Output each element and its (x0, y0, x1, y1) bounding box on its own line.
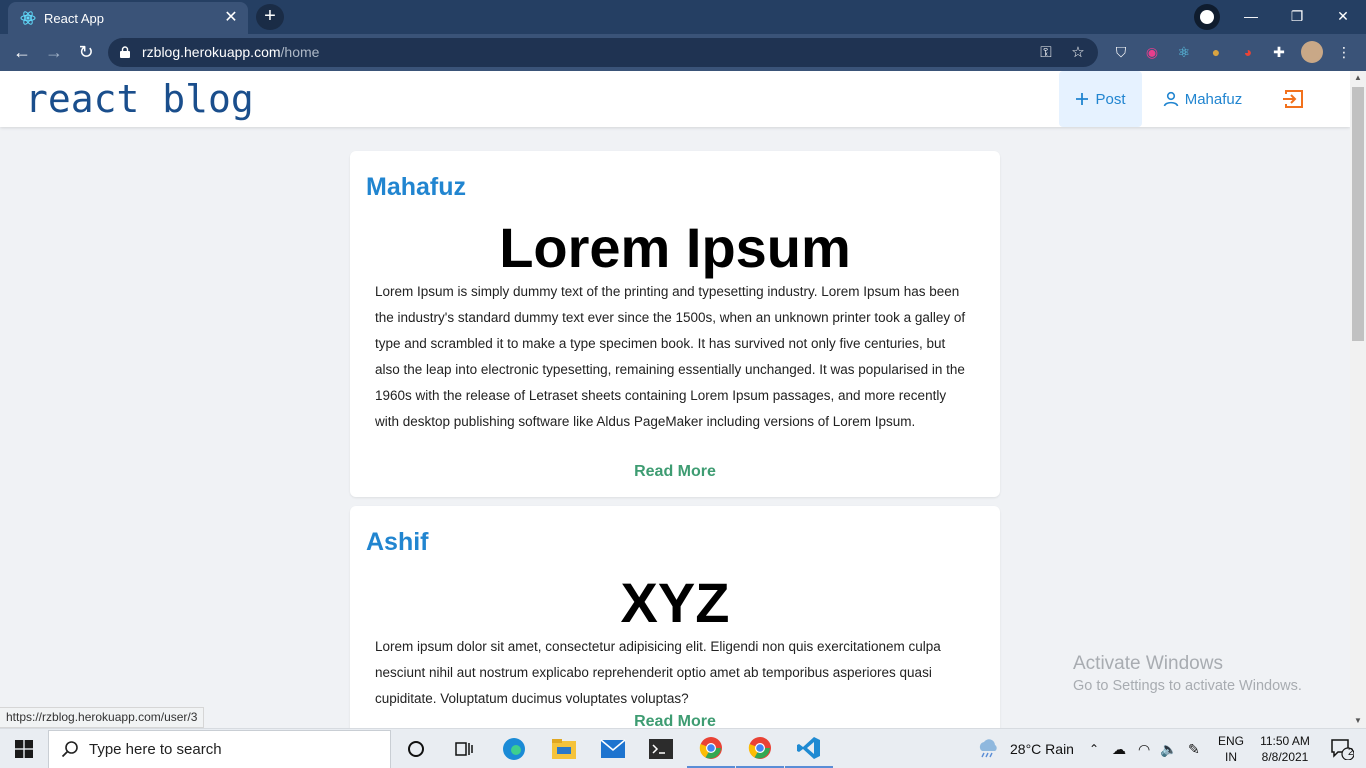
pen-workspace-icon[interactable]: ✎ (1188, 729, 1200, 768)
profile-link[interactable]: Mahafuz (1150, 71, 1255, 127)
chrome-icon[interactable] (687, 729, 735, 768)
post-author-link[interactable]: Mahafuz (366, 173, 466, 202)
file-explorer-icon[interactable] (540, 729, 588, 768)
scrollbar-thumb[interactable] (1352, 87, 1364, 341)
site-header: react blog Post Mahafuz (0, 71, 1350, 127)
watermark-line-2: Go to Settings to activate Windows. (1073, 678, 1302, 694)
react-icon (20, 11, 36, 25)
clock[interactable]: 11:50 AM 8/8/2021 (1252, 733, 1318, 765)
post-body: Lorem ipsum dolor sit amet, consectetur … (375, 639, 941, 706)
onedrive-cloud-icon[interactable]: ☁ (1112, 729, 1126, 768)
post-author-link[interactable]: Ashif (366, 528, 429, 557)
tab-close-icon[interactable]: ✕ (222, 9, 240, 27)
extensions-puzzle-icon[interactable]: ✚ (1268, 41, 1290, 63)
watermark-line-1: Activate Windows (1073, 653, 1223, 674)
search-icon (61, 741, 78, 758)
bookmark-star-icon[interactable]: ☆ (1066, 38, 1090, 67)
weather-rain-icon[interactable] (965, 729, 1011, 768)
clock-time: 11:50 AM (1260, 734, 1310, 748)
read-more-link[interactable]: Read More (350, 713, 1000, 728)
weather-text[interactable]: 28°C Rain (1010, 729, 1074, 768)
page-viewport: react blog Post Mahafuz Mahafuz Lorem Ip… (0, 71, 1350, 728)
volume-icon[interactable]: 🔈 (1160, 729, 1177, 768)
color-extension-icon[interactable]: ◕ (1237, 41, 1259, 63)
browser-tab[interactable]: React App ✕ (8, 2, 248, 34)
cookie-extension-icon[interactable]: ● (1205, 41, 1227, 63)
restore-button[interactable]: ❐ (1274, 0, 1320, 34)
tab-search-button[interactable] (1194, 4, 1220, 30)
post-card: Mahafuz Lorem Ipsum Lorem Ipsum is simpl… (350, 151, 1000, 497)
reload-button[interactable]: ↻ (71, 37, 101, 67)
user-icon (1163, 91, 1179, 107)
profile-avatar[interactable] (1301, 41, 1323, 63)
input-language[interactable]: ENG IN (1214, 733, 1248, 765)
search-placeholder: Type here to search (89, 741, 222, 758)
site-brand[interactable]: react blog (25, 77, 254, 121)
activate-windows-watermark: Activate Windows Go to Settings to activ… (1073, 653, 1302, 694)
notification-count: 2 (1348, 747, 1354, 758)
start-button[interactable] (0, 729, 48, 768)
scroll-up-arrow-icon[interactable]: ▲ (1350, 71, 1366, 85)
terminal-icon[interactable] (637, 729, 685, 768)
tray-chevron-up-icon[interactable]: ⌃ (1089, 729, 1099, 768)
key-icon[interactable]: ⚿ (1034, 38, 1058, 67)
new-tab-button[interactable]: + (256, 4, 284, 30)
browser-tabbar: React App ✕ + — ❐ ✕ (0, 0, 1366, 34)
post-body: Lorem Ipsum is simply dummy text of the … (375, 284, 966, 429)
vscode-icon[interactable] (785, 729, 833, 768)
url-path: /home (280, 44, 320, 60)
page-scrollbar[interactable]: ▲ ▼ (1350, 71, 1366, 728)
wifi-icon[interactable]: ◠ (1138, 729, 1150, 768)
chrome-profile-icon[interactable] (736, 729, 784, 768)
new-post-label: Post (1095, 90, 1126, 108)
plus-icon (1076, 93, 1089, 105)
tab-title: React App (44, 10, 104, 26)
address-bar[interactable]: rzblog.herokuapp.com/home ⚿ ☆ (108, 38, 1098, 67)
language-code: ENG (1217, 734, 1244, 748)
forward-button[interactable]: → (39, 37, 69, 67)
post-title: XYZ (620, 571, 730, 634)
react-devtools-icon[interactable]: ⚛ (1173, 41, 1195, 63)
cortana-icon[interactable] (392, 729, 440, 768)
browser-toolbar: ← → ↻ rzblog.herokuapp.com/home ⚿ ☆ ⛉ ◉ … (0, 34, 1366, 71)
post-title: Lorem Ipsum (499, 216, 851, 279)
profile-label: Mahafuz (1184, 90, 1243, 108)
shield-extension-icon[interactable]: ⛉ (1110, 41, 1132, 63)
windows-logo-icon (15, 740, 33, 758)
record-extension-icon[interactable]: ◉ (1141, 41, 1163, 63)
region-code: IN (1225, 750, 1237, 764)
taskbar-search-input[interactable]: Type here to search (48, 730, 391, 768)
new-post-button[interactable]: Post (1059, 71, 1142, 127)
back-button[interactable]: ← (7, 37, 37, 67)
mail-icon[interactable] (589, 729, 637, 768)
menu-dots-icon[interactable]: ⋮ (1333, 41, 1355, 63)
status-bar-url: https://rzblog.herokuapp.com/user/3 (0, 707, 205, 728)
logout-button[interactable] (1273, 71, 1313, 127)
windows-taskbar: Type here to search 28°C Rain ⌃ ☁ ◠ 🔈 ✎ … (0, 728, 1366, 768)
minimize-button[interactable]: — (1228, 0, 1274, 34)
task-view-icon[interactable] (440, 729, 488, 768)
logout-icon (1283, 90, 1303, 108)
clock-date: 8/8/2021 (1261, 750, 1309, 764)
notification-center-icon[interactable]: 2 (1318, 729, 1366, 768)
edge-browser-icon[interactable] (490, 729, 538, 768)
window-close-button[interactable]: ✕ (1320, 0, 1366, 34)
lock-icon (120, 46, 130, 58)
scroll-down-arrow-icon[interactable]: ▼ (1350, 714, 1366, 728)
read-more-link[interactable]: Read More (350, 463, 1000, 481)
url-host: rzblog.herokuapp.com (142, 44, 281, 60)
post-card: Ashif XYZ Lorem ipsum dolor sit amet, co… (350, 506, 1000, 728)
